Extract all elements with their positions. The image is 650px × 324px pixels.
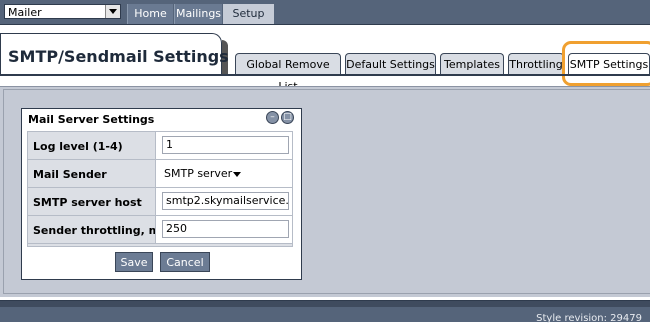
tab-divider xyxy=(0,74,650,76)
footer-bar: Style revision: 29479 xyxy=(0,300,650,324)
panel-title: Mail Server Settings xyxy=(28,113,155,126)
tab-templates[interactable]: Templates xyxy=(440,53,504,74)
page-title: SMTP/Sendmail Settings xyxy=(8,47,229,66)
content-area: Mail Server Settings – □ Log level (1-4)… xyxy=(0,86,650,297)
smtp-host-input[interactable]: smtp2.skymailservice.com xyxy=(162,192,289,210)
form-row-mail-sender: Mail Sender SMTP server xyxy=(28,160,292,188)
form-row-log-level: Log level (1-4) 1 xyxy=(28,132,292,160)
nav-home[interactable]: Home xyxy=(127,4,173,24)
tab-global-remove-list[interactable]: Global Remove List xyxy=(235,53,341,93)
sender-throttling-input[interactable]: 250 xyxy=(162,220,289,238)
app-selector-value: Mailer xyxy=(8,6,42,19)
settings-form: Log level (1-4) 1 Mail Sender SMTP serve… xyxy=(27,131,293,247)
tab-throttling[interactable]: Throttling xyxy=(508,53,564,74)
form-row-smtp-host: SMTP server host smtp2.skymailservice.co… xyxy=(28,188,292,216)
nav-mailings[interactable]: Mailings xyxy=(174,4,222,24)
log-level-label: Log level (1-4) xyxy=(33,140,123,153)
app-selector[interactable]: Mailer xyxy=(4,4,121,19)
collapse-icon[interactable]: – xyxy=(266,111,279,124)
nav-setup[interactable]: Setup xyxy=(223,4,274,24)
chevron-down-icon[interactable] xyxy=(105,5,120,18)
mail-sender-label: Mail Sender xyxy=(33,168,107,181)
save-button[interactable]: Save xyxy=(115,252,153,272)
tab-default-settings[interactable]: Default Settings xyxy=(345,53,436,74)
style-revision: Style revision: 29479 xyxy=(536,313,642,324)
form-row-sender-throttling: Sender throttling, ms 250 xyxy=(28,216,292,244)
footer-shade xyxy=(0,301,650,307)
sender-throttling-label: Sender throttling, ms xyxy=(33,224,167,237)
active-tab-highlight xyxy=(562,41,650,86)
cancel-button[interactable]: Cancel xyxy=(160,252,210,272)
maximize-icon[interactable]: □ xyxy=(281,111,294,124)
smtp-host-label: SMTP server host xyxy=(33,196,142,209)
mail-server-settings-panel: Mail Server Settings – □ Log level (1-4)… xyxy=(21,108,302,280)
log-level-input[interactable]: 1 xyxy=(162,136,289,154)
top-navigation-bar: Mailer Home Mailings Setup xyxy=(0,0,650,25)
mail-sender-select[interactable]: SMTP server xyxy=(161,165,247,182)
